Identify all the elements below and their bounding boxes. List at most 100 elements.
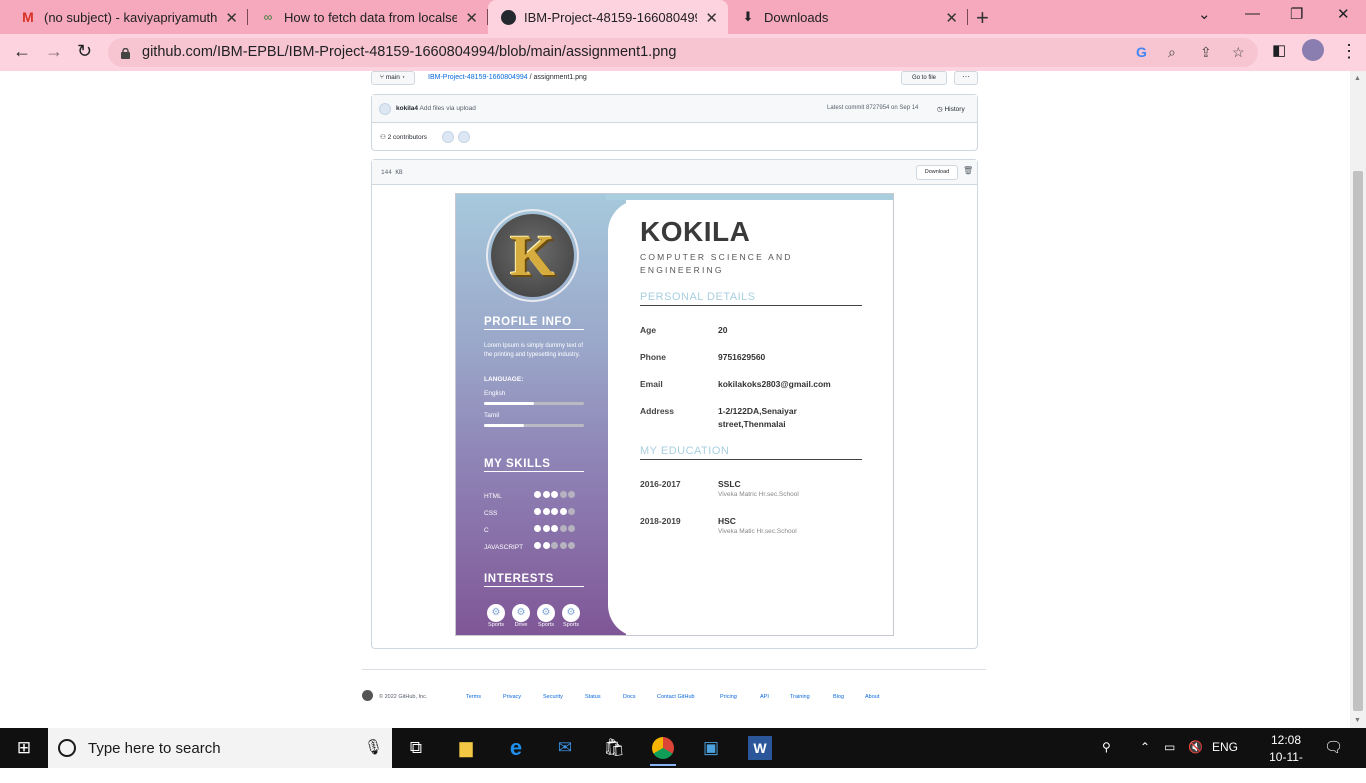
monogram-letter: K: [509, 223, 556, 288]
close-tab-icon[interactable]: ✕: [465, 9, 478, 27]
footer-link-blog[interactable]: Blog: [833, 694, 844, 700]
taskbar-search[interactable]: Type here to search 🎙: [48, 728, 392, 768]
clock-time: 12:08: [1270, 733, 1302, 747]
skill-name: C: [484, 527, 489, 534]
clock[interactable]: 12:08 10-11-2022: [1257, 732, 1315, 783]
new-tab-button[interactable]: +: [976, 5, 989, 31]
github-logo-icon[interactable]: [362, 690, 373, 701]
tab-github[interactable]: IBM-Project-48159-1660804994/ ✕: [488, 0, 728, 34]
repo-link[interactable]: IBM-Project-48159-1660804994: [428, 74, 528, 81]
tab-title: IBM-Project-48159-1660804994/: [524, 9, 697, 25]
back-icon[interactable]: ←: [13, 41, 31, 62]
skill-dot: [559, 508, 567, 515]
footer-link-training[interactable]: Training: [790, 694, 810, 700]
clock-date: 10-11-2022: [1269, 750, 1303, 781]
footer-link-security[interactable]: Security: [543, 694, 563, 700]
footer-link-pricing[interactable]: Pricing: [720, 694, 737, 700]
forward-icon[interactable]: →: [45, 41, 63, 62]
personal-label: Age: [640, 325, 657, 335]
minimize-icon[interactable]: —: [1245, 5, 1260, 22]
education-years: 2018-2019: [640, 516, 681, 526]
footer-link-about[interactable]: About: [865, 694, 879, 700]
education-degree: HSC: [718, 516, 736, 526]
page-scrollbar[interactable]: ▲ ▼: [1350, 71, 1366, 728]
close-tab-icon[interactable]: ✕: [705, 9, 718, 27]
word-icon[interactable]: W: [748, 736, 772, 760]
go-to-file-button[interactable]: Go to file: [901, 71, 947, 85]
restore-icon[interactable]: ❐: [1290, 5, 1303, 23]
chrome-icon[interactable]: [650, 736, 676, 766]
scroll-down-icon[interactable]: ▼: [1354, 717, 1361, 724]
tab-search-icon[interactable]: ⌄: [1198, 5, 1211, 23]
task-view-icon[interactable]: ⧉: [404, 736, 428, 760]
profile-avatar[interactable]: [1302, 39, 1324, 61]
windows-start-icon[interactable]: ⊞: [12, 736, 36, 760]
latest-commit-row: kokila4 Add files via upload Latest comm…: [372, 95, 977, 123]
volume-muted-icon[interactable]: 🔇: [1188, 740, 1203, 754]
tab-downloads[interactable]: ⬇ Downloads ✕: [728, 0, 968, 34]
trash-icon[interactable]: 🗑: [963, 166, 973, 175]
footer-link-status[interactable]: Status: [585, 694, 601, 700]
footer-link-docs[interactable]: Docs: [623, 694, 636, 700]
breadcrumb-separator: /: [529, 74, 532, 81]
tab-localserver[interactable]: ∞ How to fetch data from localserv ✕: [248, 0, 488, 34]
skill-name: CSS: [484, 510, 498, 517]
scroll-up-icon[interactable]: ▲: [1354, 75, 1361, 82]
taskbar: ⊞ Type here to search 🎙 ⧉ ▆ e ✉ 🛍 ▣ W ⚲ …: [0, 728, 1366, 781]
avatar[interactable]: [458, 131, 470, 143]
skill-dots: [534, 508, 575, 515]
skill-row: C: [484, 525, 584, 534]
store-icon[interactable]: 🛍: [602, 736, 626, 760]
skill-row: CSS: [484, 508, 584, 517]
language-indicator[interactable]: ENG: [1212, 740, 1238, 754]
tab-title: (no subject) - kaviyapriyamuthup: [44, 9, 217, 25]
history-link[interactable]: ◷ History: [937, 105, 965, 113]
avatar[interactable]: [442, 131, 454, 143]
scrollbar-thumb[interactable]: [1353, 171, 1363, 711]
commit-message[interactable]: Add files via upload: [420, 105, 476, 112]
url-text[interactable]: github.com/IBM-EPBL/IBM-Project-48159-16…: [142, 44, 676, 60]
file-explorer-icon[interactable]: ▆: [454, 736, 478, 760]
address-bar[interactable]: github.com/IBM-EPBL/IBM-Project-48159-16…: [108, 38, 1258, 67]
reload-icon[interactable]: ↻: [77, 41, 92, 62]
tab-gmail[interactable]: M (no subject) - kaviyapriyamuthup ✕: [8, 0, 248, 34]
close-window-icon[interactable]: ✕: [1337, 5, 1350, 23]
menu-icon[interactable]: ⋮: [1340, 41, 1358, 62]
google-icon[interactable]: G: [1136, 44, 1147, 60]
share-icon[interactable]: ⇪: [1200, 44, 1212, 61]
personal-label: Email: [640, 379, 663, 389]
network-icon[interactable]: ▭: [1164, 740, 1175, 754]
interest-label: Sports: [488, 622, 504, 628]
file-nav-bar: ⑂ main ▾ IBM-Project-48159-1660804994 / …: [371, 71, 978, 85]
bookmark-star-icon[interactable]: ☆: [1232, 44, 1245, 61]
zoom-icon[interactable]: ⌕: [1168, 44, 1176, 61]
more-options-button[interactable]: ···: [954, 71, 978, 85]
education-degree: SSLC: [718, 479, 741, 489]
skill-dot: [534, 491, 541, 498]
edge-icon[interactable]: e: [504, 736, 528, 760]
file-name: assignment1.png: [533, 74, 587, 81]
close-tab-icon[interactable]: ✕: [945, 9, 958, 27]
skill-dots: [534, 491, 575, 498]
profile-photo: K: [486, 209, 579, 302]
show-hidden-icons[interactable]: ⌃: [1140, 740, 1150, 754]
branch-select[interactable]: ⑂ main ▾: [371, 71, 415, 85]
skill-dot: [542, 525, 550, 532]
contributors-link[interactable]: ⚇ 2 contributors: [380, 133, 427, 141]
close-tab-icon[interactable]: ✕: [225, 9, 238, 27]
footer-link-api[interactable]: API: [760, 694, 769, 700]
mail-icon[interactable]: ✉: [553, 736, 577, 760]
microphone-icon[interactable]: 🎙: [364, 738, 383, 756]
people-icon[interactable]: ⚲: [1102, 740, 1111, 754]
download-button[interactable]: Download: [916, 165, 958, 180]
footer-link-contact[interactable]: Contact GitHub: [657, 694, 695, 700]
commit-author[interactable]: kokila4: [396, 105, 418, 112]
file-size: 144 KB: [381, 169, 403, 176]
side-panel-icon[interactable]: ◧: [1272, 41, 1286, 59]
avatar[interactable]: [379, 103, 391, 115]
control-panel-icon[interactable]: ▣: [699, 736, 723, 760]
footer-link-privacy[interactable]: Privacy: [503, 694, 521, 700]
footer-link-terms[interactable]: Terms: [466, 694, 481, 700]
latest-commit[interactable]: Latest commit 8727954 on Sep 14: [827, 105, 918, 111]
notifications-icon[interactable]: 🗨: [1324, 738, 1343, 756]
